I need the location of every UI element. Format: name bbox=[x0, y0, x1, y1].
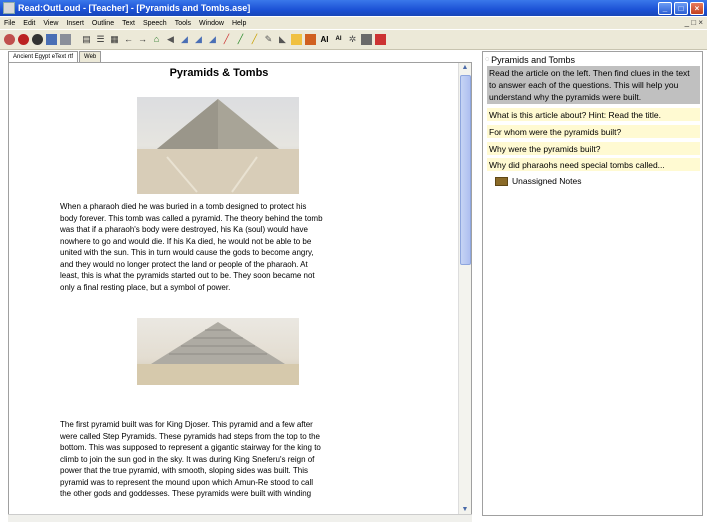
menu-file[interactable]: File bbox=[0, 20, 19, 27]
close-doc-icon[interactable] bbox=[375, 34, 386, 45]
both-view-icon[interactable]: ▦ bbox=[109, 34, 120, 45]
zoom-icon[interactable]: ✲ bbox=[347, 34, 358, 45]
unassigned-notes-label: Unassigned Notes bbox=[512, 176, 582, 186]
menu-insert[interactable]: Insert bbox=[62, 20, 88, 27]
topic-icon: ◌ bbox=[485, 56, 490, 63]
menu-window[interactable]: Window bbox=[195, 20, 228, 27]
font-large-icon[interactable]: AI bbox=[319, 34, 330, 45]
menu-text[interactable]: Text bbox=[118, 20, 139, 27]
menu-bar: File Edit View Insert Outline Text Speec… bbox=[0, 17, 707, 29]
scroll-thumb[interactable] bbox=[460, 75, 471, 265]
document-title: Pyramids & Tombs bbox=[169, 67, 269, 79]
paragraph-2: The first pyramid built was for King Djo… bbox=[60, 420, 321, 498]
maximize-button[interactable]: □ bbox=[674, 2, 688, 15]
menu-view[interactable]: View bbox=[39, 20, 62, 27]
paragraph-1: When a pharaoh died he was buried in a t… bbox=[60, 202, 323, 292]
question-note[interactable]: For whom were the pyramids built? bbox=[487, 125, 700, 139]
document-pane[interactable]: Pyramids & Tombs When a pharaoh died he … bbox=[8, 62, 472, 516]
web-icon[interactable]: ⌂ bbox=[151, 34, 162, 45]
step-pyramid-photo bbox=[137, 318, 299, 385]
app-icon bbox=[3, 2, 15, 14]
menu-tools[interactable]: Tools bbox=[171, 20, 195, 27]
forward-icon[interactable]: → bbox=[137, 34, 148, 45]
menu-speech[interactable]: Speech bbox=[139, 20, 171, 27]
pen-green-icon[interactable]: ╱ bbox=[235, 34, 246, 45]
copy-note-icon[interactable]: ◣ bbox=[277, 34, 288, 45]
stop-icon[interactable] bbox=[18, 34, 29, 45]
notebook-icon[interactable] bbox=[305, 34, 316, 45]
highlight-word-icon[interactable]: ◢ bbox=[179, 34, 190, 45]
question-note[interactable]: Why were the pyramids built? bbox=[487, 142, 700, 156]
unassigned-notes-item[interactable]: Unassigned Notes bbox=[495, 176, 581, 186]
toolbar: ▤ ☰ ▦ ← → ⌂ ◀ ◢ ◢ ◢ ╱ ╱ ╱ ✎ ◣ AI AI ✲ bbox=[0, 30, 707, 50]
highlight-paragraph-icon[interactable]: ◢ bbox=[207, 34, 218, 45]
tab-web[interactable]: Web bbox=[79, 51, 102, 62]
pen-clear-icon[interactable]: ✎ bbox=[263, 34, 274, 45]
menu-outline[interactable]: Outline bbox=[88, 20, 118, 27]
pen-red-icon[interactable]: ╱ bbox=[221, 34, 232, 45]
menu-edit[interactable]: Edit bbox=[19, 20, 39, 27]
text-view-icon[interactable]: ▤ bbox=[81, 34, 92, 45]
outline-view-icon[interactable]: ☰ bbox=[95, 34, 106, 45]
notes-outline-pane[interactable]: ◌ Pyramids and Tombs Read the article on… bbox=[482, 51, 703, 516]
pen-yellow-icon[interactable]: ╱ bbox=[249, 34, 260, 45]
pyramid-photo bbox=[137, 97, 299, 194]
document-vertical-scrollbar[interactable]: ▲ ▼ bbox=[458, 63, 471, 515]
back-icon[interactable]: ← bbox=[123, 34, 134, 45]
window-title-bar[interactable]: Read:OutLoud - [Teacher] - [Pyramids and… bbox=[0, 0, 707, 16]
instruction-note[interactable]: Read the article on the left. Then find … bbox=[487, 66, 700, 104]
mdi-window-controls[interactable]: _ □ × bbox=[685, 18, 703, 27]
document-tabs: Ancient Egypt eText rtf Web bbox=[8, 51, 102, 62]
folder-icon bbox=[495, 176, 508, 186]
question-note[interactable]: What is this article about? Hint: Read t… bbox=[487, 108, 700, 122]
question-note[interactable]: Why did pharaohs need special tombs call… bbox=[487, 158, 700, 172]
outline-root-title: Pyramids and Tombs bbox=[491, 54, 576, 65]
print-icon[interactable] bbox=[60, 34, 71, 45]
speak-icon[interactable]: ◀ bbox=[165, 34, 176, 45]
record-icon[interactable] bbox=[32, 34, 43, 45]
menu-help[interactable]: Help bbox=[228, 20, 250, 27]
outline-root[interactable]: ◌ Pyramids and Tombs bbox=[485, 53, 575, 66]
highlight-sentence-icon[interactable]: ◢ bbox=[193, 34, 204, 45]
tab-ancient-egypt[interactable]: Ancient Egypt eText rtf bbox=[8, 51, 79, 62]
save-icon[interactable] bbox=[46, 34, 57, 45]
minimize-button[interactable]: _ bbox=[658, 2, 672, 15]
font-small-icon[interactable]: AI bbox=[333, 34, 344, 45]
bookmark-icon[interactable] bbox=[291, 34, 302, 45]
scroll-up-icon[interactable]: ▲ bbox=[459, 63, 471, 73]
tools-icon[interactable] bbox=[361, 34, 372, 45]
home-icon[interactable] bbox=[4, 34, 15, 45]
window-title: Read:OutLoud - [Teacher] - [Pyramids and… bbox=[18, 3, 251, 13]
close-button[interactable]: × bbox=[690, 2, 704, 15]
